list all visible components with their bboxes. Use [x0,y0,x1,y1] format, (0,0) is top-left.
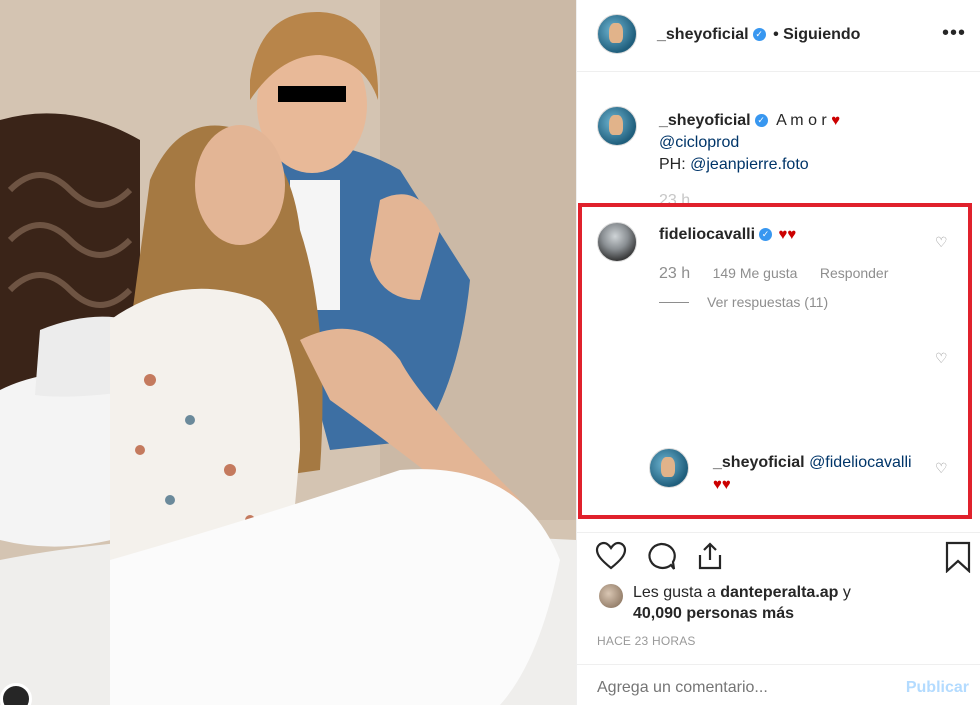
share-upload-icon[interactable] [695,541,725,571]
following-button[interactable]: Siguiendo [783,26,860,43]
like-heart-icon[interactable] [595,541,627,571]
header-username[interactable]: _sheyoficial [657,26,749,43]
likes-suffix: y [842,584,851,601]
verified-badge-icon: ✓ [754,114,768,128]
post-timestamp[interactable]: HACE 23 HORAS [597,634,696,648]
author-avatar[interactable] [597,14,637,54]
more-horizontal-icon[interactable]: ••• [942,23,966,43]
caption-avatar[interactable] [597,106,637,146]
liker-username[interactable]: danteperalta.ap [720,584,838,601]
header-separator: • [773,26,779,43]
caption-username[interactable]: _sheyoficial [659,112,751,129]
post-photo[interactable] [0,0,576,705]
comment-bubble-icon[interactable] [645,541,677,571]
header-user-block: _sheyoficial ✓ • Siguiendo [657,26,860,44]
comment-composer: Publicar [577,664,980,705]
photo-illustration [0,0,576,705]
caption-ph-label: PH: [659,156,686,173]
highlight-annotation-box [578,203,972,519]
liker-avatar[interactable] [599,584,623,608]
caption-mention-link[interactable]: @jeanpierre.foto [690,156,809,173]
comment-input[interactable] [597,679,887,697]
likes-prefix: Les gusta a [633,584,716,601]
likes-count[interactable]: 40,090 personas más [633,603,851,624]
caption-text: A m o r [776,112,827,129]
action-bar [577,532,980,580]
likes-summary[interactable]: Les gusta a danteperalta.ap y 40,090 per… [633,582,851,624]
post-header: _sheyoficial ✓ • Siguiendo ••• [577,0,980,72]
publish-button[interactable]: Publicar [906,679,969,697]
verified-badge-icon: ✓ [752,28,766,42]
save-bookmark-icon[interactable] [945,541,971,573]
caption-heart-icon: ♥ [831,112,841,129]
caption: _sheyoficial ✓ A m o r ♥ @cicloprod PH: @… [659,110,840,176]
caption-mention-link[interactable]: @cicloprod [659,134,739,151]
